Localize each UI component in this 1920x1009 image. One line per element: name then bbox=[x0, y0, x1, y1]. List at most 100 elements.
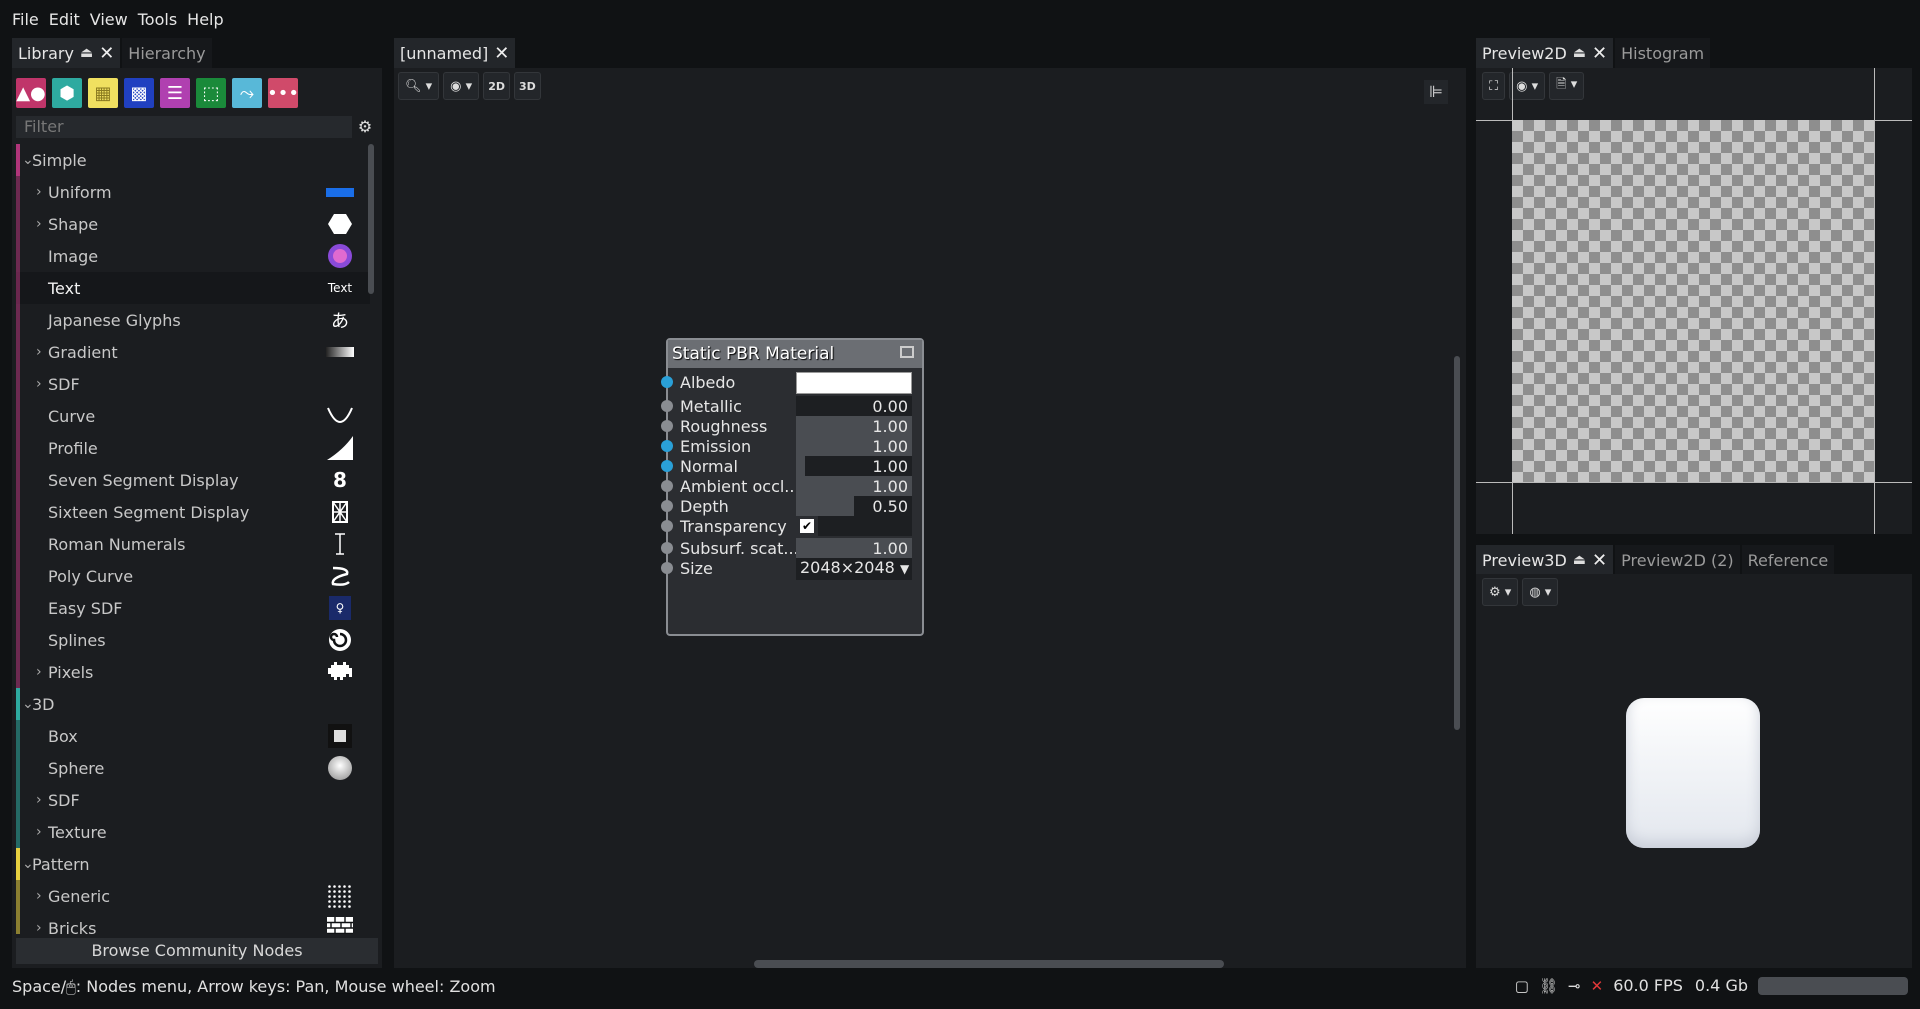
view-menu-button[interactable]: ◉ ▾ bbox=[443, 72, 480, 100]
input-port[interactable] bbox=[661, 562, 673, 574]
input-port[interactable] bbox=[661, 520, 673, 532]
connection-icon[interactable]: ⊸ bbox=[1568, 977, 1581, 995]
preview3d-panel[interactable]: ⚙ ▾ ◍ ▾ bbox=[1476, 574, 1912, 968]
value-slider[interactable]: 1.00 bbox=[796, 476, 912, 496]
preview2d-image[interactable] bbox=[1512, 120, 1874, 482]
window-icon[interactable]: ▢ bbox=[1515, 977, 1529, 995]
library-item-image[interactable]: Image bbox=[16, 240, 370, 272]
link-icon[interactable]: ⛓ bbox=[1539, 977, 1558, 995]
tab-preview2d-2[interactable]: Preview2D (2) bbox=[1615, 545, 1740, 575]
category-simple[interactable]: ⌄ Simple bbox=[16, 144, 370, 176]
tab-hierarchy[interactable]: Hierarchy bbox=[122, 38, 212, 68]
3d-button[interactable]: 3D bbox=[513, 72, 541, 100]
chevron-right-icon[interactable]: › bbox=[36, 376, 42, 392]
library-item-sdf[interactable]: › SDF bbox=[16, 784, 370, 816]
error-icon[interactable]: ✕ bbox=[1591, 977, 1604, 995]
library-item-box[interactable]: Box bbox=[16, 720, 370, 752]
category-3d[interactable]: ⌄ 3D bbox=[16, 688, 370, 720]
value-slider[interactable]: 1.00 bbox=[796, 416, 912, 436]
library-item-uniform[interactable]: › Uniform bbox=[16, 176, 370, 208]
transparency-checkbox[interactable]: ✔ bbox=[800, 519, 814, 533]
chevron-right-icon[interactable]: › bbox=[36, 920, 42, 934]
tab-reference[interactable]: Reference bbox=[1741, 545, 1835, 575]
minimize-icon[interactable] bbox=[900, 346, 914, 358]
chevron-right-icon[interactable]: › bbox=[36, 216, 42, 232]
input-port[interactable] bbox=[661, 542, 673, 554]
bricks-icon[interactable]: ▦ bbox=[88, 78, 118, 108]
environment-menu-button[interactable]: ◍ ▾ bbox=[1522, 578, 1559, 606]
library-item-seven-segment-display[interactable]: Seven Segment Display 8 bbox=[16, 464, 370, 496]
menu-tools[interactable]: Tools bbox=[138, 10, 177, 29]
library-scrollbar[interactable] bbox=[368, 144, 374, 294]
flow-icon[interactable]: ⤳ bbox=[232, 78, 262, 108]
library-item-splines[interactable]: Splines bbox=[16, 624, 370, 656]
value-slider[interactable]: 0.00 bbox=[796, 396, 912, 416]
library-item-sixteen-segment-display[interactable]: Sixteen Segment Display bbox=[16, 496, 370, 528]
tab-preview2d[interactable]: Preview2D ⏏ ✕ bbox=[1476, 38, 1614, 68]
selection-icon[interactable]: ⬚ bbox=[196, 78, 226, 108]
menu-view[interactable]: View bbox=[90, 10, 128, 29]
library-item-poly-curve[interactable]: Poly Curve bbox=[16, 560, 370, 592]
close-icon[interactable]: ✕ bbox=[1592, 43, 1607, 64]
tab-preview3d[interactable]: Preview3D ⏏ ✕ bbox=[1476, 545, 1614, 575]
graph-vertical-scrollbar[interactable] bbox=[1454, 356, 1460, 730]
browse-community-nodes-button[interactable]: Browse Community Nodes bbox=[16, 938, 378, 964]
chevron-right-icon[interactable]: › bbox=[36, 344, 42, 360]
close-icon[interactable]: ✕ bbox=[494, 43, 509, 64]
chevron-right-icon[interactable]: › bbox=[36, 888, 42, 904]
more-icon[interactable]: ••• bbox=[267, 78, 299, 108]
sliders-icon[interactable]: ☰ bbox=[160, 78, 190, 108]
library-item-profile[interactable]: Profile bbox=[16, 432, 370, 464]
albedo-color-swatch[interactable] bbox=[796, 372, 912, 394]
input-port[interactable] bbox=[661, 460, 673, 472]
fit-view-button[interactable]: ⛶ bbox=[1482, 72, 1506, 100]
shapes-icon[interactable]: ▲● bbox=[16, 78, 46, 108]
cube-icon[interactable]: ⬢ bbox=[52, 78, 82, 108]
library-item-generic[interactable]: › Generic bbox=[16, 880, 370, 912]
input-port[interactable] bbox=[661, 376, 673, 388]
library-item-pixels[interactable]: › Pixels bbox=[16, 656, 370, 688]
library-item-sphere[interactable]: Sphere bbox=[16, 752, 370, 784]
close-icon[interactable]: ✕ bbox=[1592, 550, 1607, 571]
close-icon[interactable]: ✕ bbox=[99, 43, 114, 64]
library-item-bricks[interactable]: › Bricks bbox=[16, 912, 370, 934]
library-item-sdf[interactable]: › SDF bbox=[16, 368, 370, 400]
zoom-menu-button[interactable]: 🔍︎ ▾ bbox=[398, 72, 440, 100]
value-slider[interactable]: 1.00 bbox=[796, 456, 912, 476]
chevron-right-icon[interactable]: › bbox=[36, 664, 42, 680]
noise-icon[interactable]: ▩ bbox=[124, 78, 154, 108]
value-slider[interactable]: 0.50 bbox=[796, 496, 912, 516]
graph-editor[interactable]: 🔍︎ ▾ ◉ ▾ 2D 3D ⊫ Static PBR Material Alb… bbox=[394, 68, 1466, 968]
library-item-gradient[interactable]: › Gradient bbox=[16, 336, 370, 368]
menu-edit[interactable]: Edit bbox=[49, 10, 80, 29]
chevron-right-icon[interactable]: › bbox=[36, 792, 42, 808]
node-title[interactable]: Static PBR Material bbox=[668, 340, 922, 368]
static-pbr-material-node[interactable]: Static PBR Material Albedo Metallic 0.00 Ro… bbox=[661, 338, 924, 636]
value-slider[interactable]: 1.00 bbox=[796, 436, 912, 456]
input-port[interactable] bbox=[661, 480, 673, 492]
library-item-roman-numerals[interactable]: Roman Numerals bbox=[16, 528, 370, 560]
library-item-text[interactable]: Text Text bbox=[16, 272, 370, 304]
eject-icon[interactable]: ⏏ bbox=[1573, 552, 1586, 568]
2d-button[interactable]: 2D bbox=[483, 72, 510, 100]
input-port[interactable] bbox=[661, 500, 673, 512]
filter-input[interactable]: Filter bbox=[16, 116, 352, 138]
input-port[interactable] bbox=[661, 420, 673, 432]
value-slider[interactable]: 1.00 bbox=[796, 538, 912, 558]
input-port[interactable] bbox=[661, 400, 673, 412]
library-item-shape[interactable]: › Shape bbox=[16, 208, 370, 240]
gear-icon[interactable]: ⚙ bbox=[354, 116, 376, 138]
eject-icon[interactable]: ⏏ bbox=[1573, 45, 1586, 61]
menu-file[interactable]: File bbox=[12, 10, 39, 29]
library-item-easy-sdf[interactable]: Easy SDF ♀ bbox=[16, 592, 370, 624]
preview3d-cube[interactable] bbox=[1626, 698, 1760, 848]
menu-help[interactable]: Help bbox=[187, 10, 223, 29]
library-item-curve[interactable]: Curve bbox=[16, 400, 370, 432]
chevron-right-icon[interactable]: › bbox=[36, 184, 42, 200]
tab-unnamed[interactable]: [unnamed] ✕ bbox=[394, 38, 516, 68]
hierarchy-toggle-icon[interactable]: ⊫ bbox=[1424, 80, 1448, 104]
export-button[interactable]: 🗎 ▾ bbox=[1549, 72, 1585, 100]
size-dropdown[interactable]: 2048×2048 ▼ bbox=[796, 558, 912, 580]
eject-icon[interactable]: ⏏ bbox=[80, 45, 93, 61]
library-item-texture[interactable]: › Texture bbox=[16, 816, 370, 848]
